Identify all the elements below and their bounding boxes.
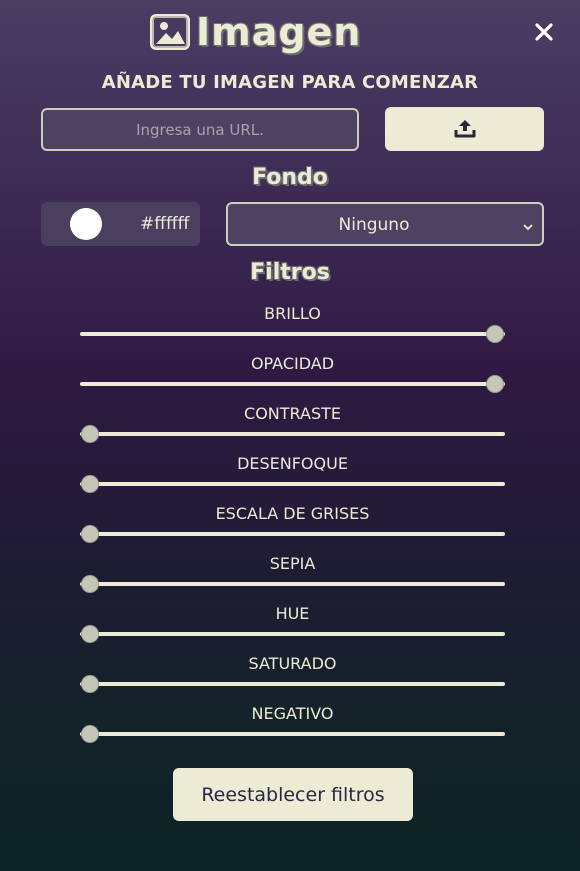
image-panel: Imagen AÑADE TU IMAGEN PARA COMENZAR Fon… — [0, 0, 580, 871]
blend-mode-value: Ninguno — [338, 215, 410, 235]
slider-contraste[interactable] — [80, 425, 505, 443]
filters-title: Filtros — [250, 260, 330, 285]
title-text: Imagen — [196, 10, 362, 54]
chevron-down-icon — [522, 218, 534, 231]
filter-label: CONTRASTE — [244, 404, 341, 423]
panel-title: Imagen — [150, 12, 361, 52]
slider-track — [80, 382, 505, 386]
reset-filters-button[interactable]: Reestablecer filtros — [173, 768, 413, 821]
color-swatch — [70, 208, 102, 240]
filter-label: HUE — [275, 604, 310, 623]
slider-negativo[interactable] — [80, 725, 505, 743]
slider-thumb[interactable] — [81, 525, 99, 543]
upload-button[interactable] — [385, 107, 544, 151]
slider-track — [80, 432, 505, 436]
close-icon[interactable] — [532, 20, 556, 44]
background-color-picker[interactable]: #ffffff — [41, 202, 200, 246]
filter-label: NEGATIVO — [251, 704, 334, 723]
filter-label: OPACIDAD — [250, 354, 335, 373]
slider-track — [80, 682, 505, 686]
filter-label: DESENFOQUE — [237, 454, 348, 473]
slider-sepia[interactable] — [80, 575, 505, 593]
filter-label: SEPIA — [269, 554, 316, 573]
slider-track — [80, 482, 505, 486]
slider-escala-de-grises[interactable] — [80, 525, 505, 543]
color-value: #ffffff — [140, 214, 190, 234]
slider-thumb[interactable] — [81, 725, 99, 743]
slider-thumb[interactable] — [81, 425, 99, 443]
slider-saturado[interactable] — [80, 675, 505, 693]
upload-icon — [454, 117, 476, 142]
slider-thumb[interactable] — [486, 375, 504, 393]
background-title: Fondo — [252, 165, 328, 190]
slider-opacidad[interactable] — [80, 375, 505, 393]
slider-thumb[interactable] — [81, 475, 99, 493]
slider-brillo[interactable] — [80, 325, 505, 343]
filter-label: ESCALA DE GRISES — [215, 504, 370, 523]
slider-track — [80, 632, 505, 636]
image-icon — [150, 14, 190, 50]
slider-thumb[interactable] — [81, 675, 99, 693]
slider-hue[interactable] — [80, 625, 505, 643]
blend-mode-select[interactable]: Ninguno — [226, 202, 544, 246]
slider-track — [80, 332, 505, 336]
filter-label: SATURADO — [248, 654, 337, 673]
slider-track — [80, 532, 505, 536]
panel-header: Imagen — [0, 8, 580, 56]
slider-thumb[interactable] — [81, 575, 99, 593]
slider-thumb[interactable] — [486, 325, 504, 343]
slider-desenfoque[interactable] — [80, 475, 505, 493]
upload-subtitle: AÑADE TU IMAGEN PARA COMENZAR — [101, 72, 479, 93]
slider-track — [80, 732, 505, 736]
slider-track — [80, 582, 505, 586]
slider-thumb[interactable] — [81, 625, 99, 643]
filter-label: BRILLO — [264, 304, 321, 323]
url-input[interactable] — [41, 108, 359, 151]
